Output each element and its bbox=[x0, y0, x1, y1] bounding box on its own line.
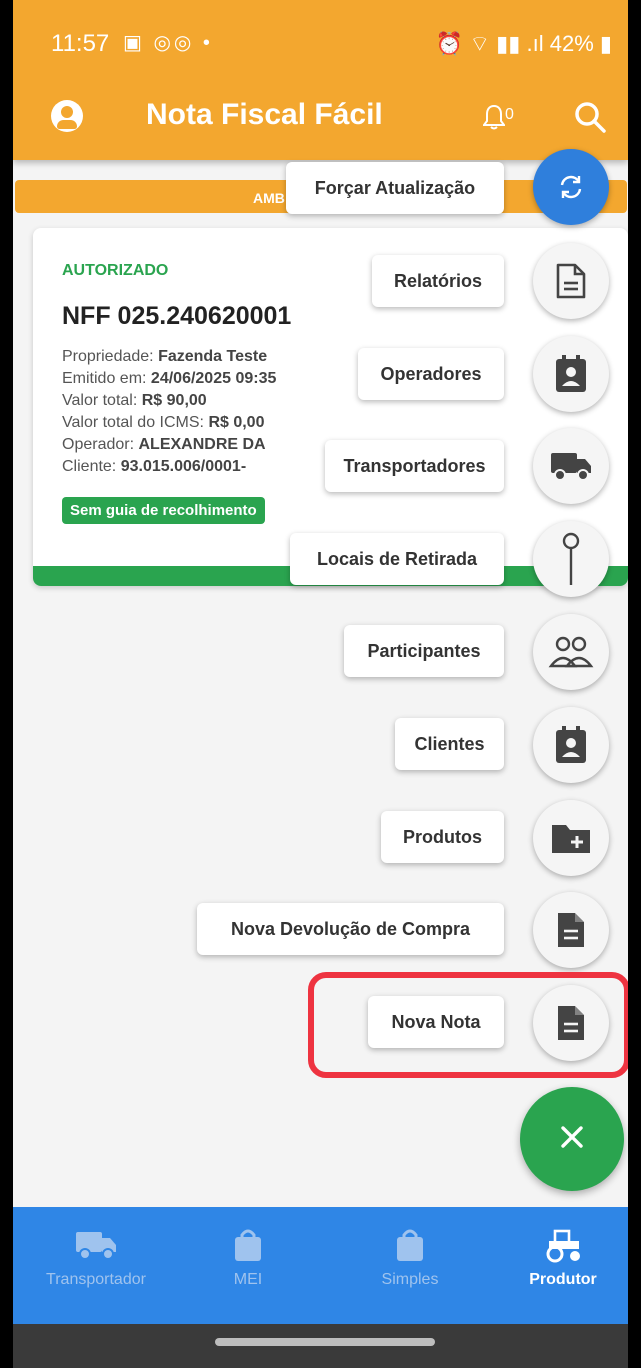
system-gesture-bar bbox=[13, 1324, 628, 1368]
contact-card-icon[interactable] bbox=[533, 336, 609, 412]
status-time: 11:57 bbox=[51, 30, 110, 57]
pin-icon[interactable] bbox=[533, 521, 609, 597]
battery-level: 42% bbox=[549, 31, 594, 56]
status-badge: Sem guia de recolhimento bbox=[62, 497, 265, 524]
environment-text: AMB bbox=[253, 190, 285, 206]
close-icon bbox=[560, 1125, 584, 1154]
system-icons: ⏰ ⌔ ▮▮ .ıl 42% ▮ bbox=[436, 30, 612, 58]
bell-icon[interactable] bbox=[482, 104, 506, 135]
nav-item-produtor[interactable]: Produtor bbox=[488, 1225, 628, 1289]
document-icon[interactable] bbox=[533, 892, 609, 968]
close-speed-dial-button[interactable] bbox=[520, 1087, 624, 1191]
contact-card-icon[interactable] bbox=[533, 707, 609, 783]
nav-label: Simples bbox=[381, 1271, 439, 1288]
invoice-number: NFF 025.240620001 bbox=[62, 302, 292, 330]
detail-valor: Valor total: R$ 90,00 bbox=[62, 392, 207, 409]
connectivity-icons: ⏰ ⌔ ▮▮ .ıl bbox=[435, 31, 544, 56]
status-bar: 11:57 ▣ ◎◎ • ⏰ ⌔ ▮▮ .ıl 42% ▮ bbox=[13, 0, 628, 88]
app-bar: Nota Fiscal Fácil 0 bbox=[13, 88, 628, 160]
people-icon[interactable] bbox=[533, 614, 609, 690]
invoice-details: Propriedade: Fazenda Teste Emitido em: 2… bbox=[62, 346, 276, 478]
truck-icon[interactable] bbox=[533, 428, 609, 504]
dial-label-operadores[interactable]: Operadores bbox=[358, 348, 504, 400]
top-bar: 11:57 ▣ ◎◎ • ⏰ ⌔ ▮▮ .ıl 42% ▮ Nota Fisca… bbox=[13, 0, 628, 160]
tractor-icon bbox=[488, 1225, 628, 1265]
document-outline-icon[interactable] bbox=[533, 243, 609, 319]
notification-count: 0 bbox=[505, 106, 514, 123]
invoice-status: AUTORIZADO bbox=[62, 262, 169, 279]
nav-item-mei[interactable]: MEI bbox=[173, 1225, 323, 1289]
profile-icon[interactable] bbox=[51, 100, 83, 132]
nav-label: Transportador bbox=[46, 1271, 146, 1288]
detail-operador: Operador: ALEXANDRE DA bbox=[62, 436, 266, 453]
dial-label-relatorios[interactable]: Relatórios bbox=[372, 255, 504, 307]
dial-label-produtos[interactable]: Produtos bbox=[381, 811, 504, 863]
dial-label-participantes[interactable]: Participantes bbox=[344, 625, 504, 677]
dial-label-clientes[interactable]: Clientes bbox=[395, 718, 504, 770]
folder-plus-icon[interactable] bbox=[533, 800, 609, 876]
nav-label: MEI bbox=[233, 1271, 263, 1288]
bottom-navigation: Transportador MEI Simples Produtor bbox=[13, 1207, 628, 1324]
nav-item-transportador[interactable]: Transportador bbox=[21, 1225, 171, 1289]
detail-propriedade: Propriedade: Fazenda Teste bbox=[62, 348, 268, 365]
dial-label-locais-de-retirada[interactable]: Locais de Retirada bbox=[290, 533, 504, 585]
dial-label-forcar-atualizacao[interactable]: Forçar Atualização bbox=[286, 162, 504, 214]
app-title: Nota Fiscal Fácil bbox=[146, 98, 383, 131]
home-indicator[interactable] bbox=[215, 1338, 435, 1346]
search-icon[interactable] bbox=[573, 100, 607, 139]
detail-cliente: Cliente: 93.015.006/0001- bbox=[62, 458, 247, 475]
shopping-bag-icon bbox=[173, 1225, 323, 1265]
detail-icms: Valor total do ICMS: R$ 0,00 bbox=[62, 414, 265, 431]
highlight-frame bbox=[308, 972, 628, 1078]
app-screen: 11:57 ▣ ◎◎ • ⏰ ⌔ ▮▮ .ıl 42% ▮ Nota Fisca… bbox=[13, 0, 628, 1368]
notification-icons: ▣ ◎◎ • bbox=[123, 32, 213, 54]
refresh-icon[interactable] bbox=[533, 149, 609, 225]
battery-icon: ▮ bbox=[599, 31, 612, 56]
detail-emitido: Emitido em: 24/06/2025 09:35 bbox=[62, 370, 277, 387]
shopping-bag-icon bbox=[335, 1225, 485, 1265]
truck-icon bbox=[21, 1225, 171, 1265]
nav-item-simples[interactable]: Simples bbox=[335, 1225, 485, 1289]
dial-label-transportadores[interactable]: Transportadores bbox=[325, 440, 504, 492]
dial-label-nova-devolucao-de-compra[interactable]: Nova Devolução de Compra bbox=[197, 903, 504, 955]
nav-label: Produtor bbox=[529, 1271, 597, 1288]
